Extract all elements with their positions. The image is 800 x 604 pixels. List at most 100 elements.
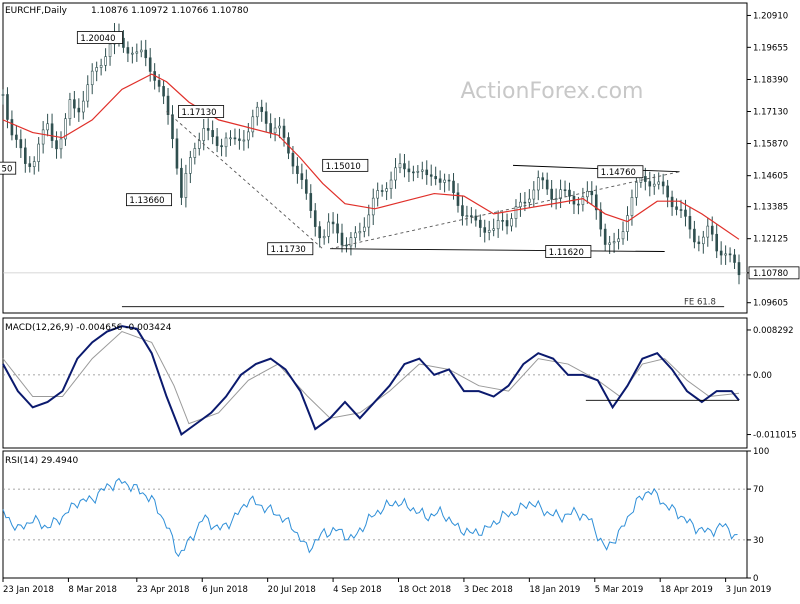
x-tick-label: 8 Mar 2018: [68, 585, 116, 595]
candle-body: [131, 52, 134, 55]
candle-body: [309, 193, 313, 211]
candle-body: [189, 157, 192, 174]
x-tick-label: 18 Jan 2019: [529, 585, 580, 595]
candle-body: [278, 125, 281, 129]
price-annotation-label: 50: [2, 165, 13, 175]
x-tick-label: 6 Jun 2018: [202, 585, 248, 595]
candle-body: [206, 128, 210, 131]
candle-body: [10, 119, 14, 136]
candle-body: [282, 125, 286, 138]
candle-body: [215, 136, 219, 146]
candle-body: [1, 94, 5, 96]
candle-body: [514, 206, 518, 219]
candle-body: [617, 238, 620, 242]
macd-y-tick-label: 0.008292: [753, 326, 794, 336]
price-annotation-label: 1.11730: [271, 245, 306, 255]
candle-body: [135, 51, 139, 54]
candle-body: [318, 226, 322, 239]
candle-body: [563, 189, 567, 191]
candle-body: [157, 80, 161, 87]
candle-body: [719, 250, 723, 256]
candle-body: [706, 225, 710, 238]
candle-body: [541, 177, 545, 181]
candle-body: [452, 180, 455, 194]
x-tick-label: 23 Jan 2018: [3, 585, 54, 595]
candle-body: [264, 111, 268, 124]
price-y-tick-label: 1.09605: [753, 299, 788, 309]
ohlc-label: 1.10876 1.10972 1.10766 1.10780: [91, 6, 249, 16]
last-price-label: 1.10780: [753, 269, 788, 279]
candle-body: [126, 47, 130, 54]
rsi-y-tick-label: 100: [753, 447, 769, 457]
candle-body: [666, 185, 669, 198]
candle-body: [492, 228, 495, 231]
candle-body: [577, 203, 580, 206]
price-annotation-label: 1.20040: [80, 34, 115, 44]
candle-body: [77, 107, 81, 113]
x-tick-label: 4 Sep 2018: [333, 585, 381, 595]
candle-body: [50, 123, 54, 141]
candle-body: [220, 145, 223, 148]
x-tick-label: 23 Apr 2018: [137, 585, 190, 595]
candle-body: [327, 221, 330, 237]
candle-body: [148, 57, 152, 72]
macd-y-tick-label: 0.00: [753, 371, 772, 381]
price-annotation-label: 1.14760: [601, 168, 636, 178]
candle-body: [90, 70, 94, 86]
candle-body: [733, 254, 736, 263]
candle-body: [19, 139, 23, 149]
candle-body: [380, 190, 384, 192]
candle-body: [255, 106, 259, 118]
candle-body: [447, 179, 451, 182]
candle-body: [523, 201, 527, 204]
candle-body: [376, 190, 379, 199]
candle-body: [15, 134, 18, 140]
candle-body: [41, 129, 45, 145]
candle-body: [37, 143, 40, 162]
candle-body: [635, 182, 638, 198]
rsi-y-tick-label: 30: [753, 536, 764, 546]
candle-body: [73, 99, 76, 109]
candle-body: [389, 179, 393, 189]
price-y-tick-label: 1.13385: [753, 203, 788, 213]
chart-root: ActionForex.com 1.20040 1.17130 1.13660 1.1…: [0, 0, 800, 600]
candle-body: [478, 219, 482, 228]
candle-body: [247, 131, 250, 141]
candle-body: [590, 190, 594, 196]
chart-svg: ActionForex.com 1.20040 1.17130 1.13660 1.1…: [0, 0, 800, 600]
candle-body: [630, 197, 634, 216]
candle-body: [305, 179, 308, 194]
candle-body: [661, 181, 665, 187]
candle-body: [55, 140, 58, 150]
rsi-y-tick-label: 70: [753, 485, 764, 495]
candle-body: [603, 228, 607, 245]
candle-body: [184, 173, 188, 198]
candle-body: [443, 179, 446, 183]
candle-body: [456, 192, 460, 206]
candle-body: [461, 205, 464, 217]
candle-body: [684, 209, 687, 217]
candle-body: [81, 100, 85, 113]
candle-body: [354, 232, 357, 238]
price-y-tick-label: 1.20910: [753, 11, 788, 21]
candle-body: [407, 168, 411, 173]
candle-body: [242, 139, 246, 142]
candle-body: [86, 84, 90, 102]
price-y-tick-label: 1.18390: [753, 75, 788, 85]
candle-body: [211, 130, 214, 138]
candle-body: [108, 43, 112, 57]
candle-body: [260, 106, 264, 112]
candle-body: [224, 137, 228, 148]
x-tick-label: 18 Oct 2018: [399, 585, 452, 595]
candle-body: [229, 137, 232, 140]
candle-body: [652, 183, 656, 187]
candle-body: [345, 244, 348, 247]
candle-body: [6, 94, 9, 120]
candle-body: [394, 167, 397, 181]
price-y-tick-label: 1.19655: [753, 43, 788, 53]
macd-title: MACD(12,26,9) -0.004656 -0.003424: [5, 323, 172, 333]
candle-body: [313, 210, 317, 227]
rsi-y-tick-label: 0: [753, 574, 758, 584]
candle-body: [358, 231, 362, 234]
macd-y-tick-label: -0.011015: [753, 431, 797, 441]
